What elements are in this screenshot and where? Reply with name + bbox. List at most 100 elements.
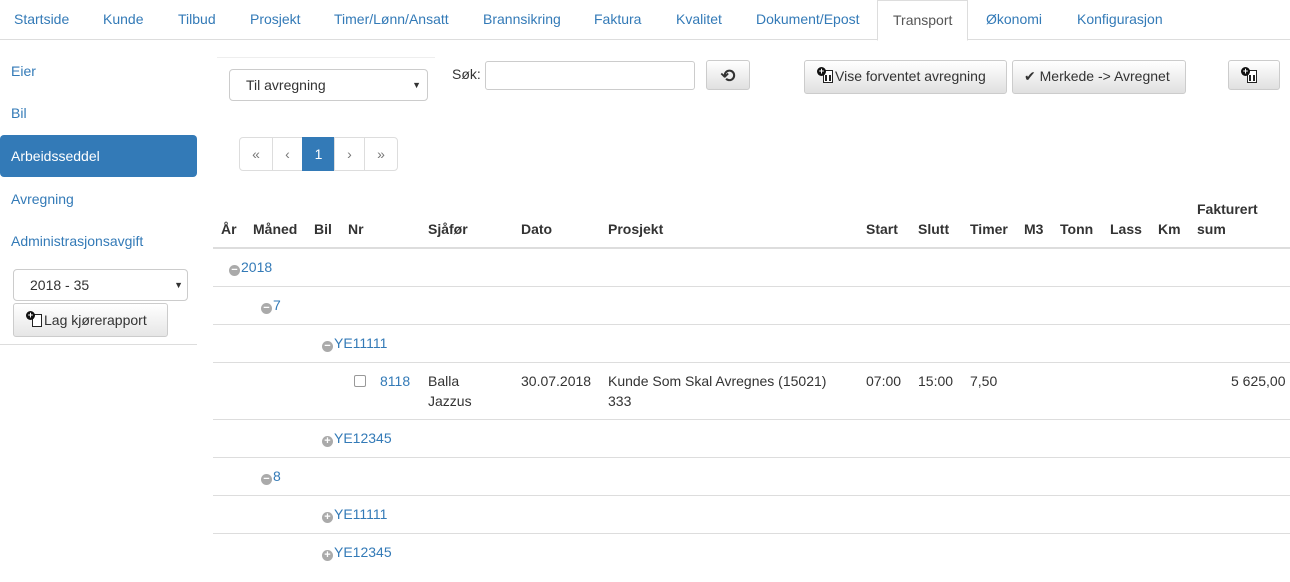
row-nr-link[interactable]: 8118 [380,373,410,389]
row-divider [213,533,1290,534]
vise-forventet-avregning-label: Vise forventet avregning [835,68,986,84]
add-report-icon: + [1241,67,1259,83]
sidebar-item-arbeidsseddel[interactable]: Arbeidsseddel [0,135,197,177]
row-divider [213,457,1290,458]
group-car-ye12345[interactable]: + YE12345 [322,430,392,447]
refresh-icon: ⟲ [720,66,736,86]
tab-tilbud[interactable]: Tilbud [178,0,216,40]
lag-kjorerapport-label: Lag kjørerapport [44,312,147,328]
col-header-month[interactable]: Måned [253,221,297,237]
col-header-tons[interactable]: Tonn [1060,221,1093,237]
period-select[interactable]: 2018 - 35 ▼ [13,269,188,301]
row-date: 30.07.2018 [521,373,592,389]
row-hours: 7,50 [970,373,998,389]
row-select-checkbox[interactable] [354,375,366,387]
add-report-icon: + [817,67,835,83]
sidebar: Eier Bil Arbeidsseddel Avregning Adminis… [0,40,197,350]
expand-icon: + [322,512,333,523]
add-document-icon: + [26,311,44,327]
col-header-driver[interactable]: Sjåfør [428,221,468,237]
tab-kvalitet[interactable]: Kvalitet [676,0,722,40]
col-header-date[interactable]: Dato [521,221,552,237]
tab-konfigurasjon[interactable]: Konfigurasjon [1077,0,1163,40]
col-header-invoiced-line2[interactable]: sum [1197,221,1226,237]
row-divider [213,286,1290,287]
group-month-8[interactable]: −8 [261,468,281,485]
row-divider [213,324,1290,325]
sidebar-item-administrasjonsavgift[interactable]: Administrasjonsavgift [0,220,197,262]
col-header-m3[interactable]: M3 [1024,221,1043,237]
lag-kjorerapport-button[interactable]: + Lag kjørerapport [13,303,168,337]
check-icon: ✔ [1024,68,1036,84]
filter-select[interactable]: Til avregning ▼ [229,69,428,101]
search-input[interactable] [485,61,695,90]
tab-kunde[interactable]: Kunde [103,0,143,40]
group-label: YE11111 [334,335,388,351]
tab-okonomi[interactable]: Økonomi [986,0,1042,40]
page-prev-button[interactable]: ‹ [272,137,303,171]
search-label: Søk: [452,66,481,82]
tab-startside[interactable]: Startside [14,0,69,40]
group-year-2018[interactable]: −2018 [229,259,272,276]
page-next-button[interactable]: › [334,137,365,171]
table-header-divider [213,247,1290,249]
filter-select-value: Til avregning [246,77,326,93]
col-header-hours[interactable]: Timer [970,221,1008,237]
group-label: YE12345 [334,430,392,446]
merkede-avregnet-label: Merkede -> Avregnet [1039,68,1170,84]
refresh-button[interactable]: ⟲ [706,60,750,90]
export-report-button[interactable]: + [1228,60,1280,90]
page-current-button[interactable]: 1 [302,137,335,171]
collapse-icon: − [229,265,240,276]
sidebar-item-bil[interactable]: Bil [0,92,197,134]
page-last-button[interactable]: » [364,137,398,171]
col-header-start[interactable]: Start [866,221,898,237]
row-divider [213,419,1290,420]
col-header-end[interactable]: Slutt [918,221,949,237]
merkede-avregnet-button[interactable]: ✔ Merkede -> Avregnet [1012,60,1186,94]
row-project-line2: 333 [608,393,632,409]
toolbar-divider [217,57,435,58]
collapse-icon: − [261,474,272,485]
tab-faktura[interactable]: Faktura [594,0,641,40]
row-project-line1: Kunde Som Skal Avregnes (15021) [608,373,827,389]
tab-timer[interactable]: Timer/Lønn/Ansatt [334,0,449,40]
col-header-year[interactable]: År [221,221,237,237]
period-select-value: 2018 - 35 [30,277,90,293]
row-start: 07:00 [866,373,902,389]
chevron-down-icon: ▼ [412,80,421,90]
col-header-project[interactable]: Prosjekt [608,221,663,237]
group-label: YE12345 [334,544,392,560]
expand-icon: + [322,436,333,447]
top-nav: Startside Kunde Tilbud Prosjekt Timer/Lø… [0,0,1290,41]
vise-forventet-avregning-button[interactable]: + Vise forventet avregning [804,60,1007,94]
row-driver-line1: Balla [428,373,460,389]
col-header-invoiced-line1[interactable]: Fakturert [1197,201,1258,217]
chevron-down-icon: ▼ [174,280,183,290]
sidebar-item-eier[interactable]: Eier [0,50,197,92]
row-invoiced: 5 625,00 [1231,373,1286,389]
tab-transport[interactable]: Transport [877,0,969,41]
row-divider [213,362,1290,363]
row-divider [213,495,1290,496]
col-header-nr[interactable]: Nr [348,221,364,237]
group-car-ye11111[interactable]: − YE11111 [322,335,387,352]
row-driver-line2: Jazzus [428,393,472,409]
col-header-loads[interactable]: Lass [1110,221,1142,237]
col-header-km[interactable]: Km [1158,221,1181,237]
group-car-ye12345-m8[interactable]: + YE12345 [322,544,392,561]
group-label: 8 [273,468,281,484]
sidebar-item-avregning[interactable]: Avregning [0,178,197,220]
tab-brannsikring[interactable]: Brannsikring [483,0,561,40]
page-first-button[interactable]: « [239,137,273,171]
group-label: 2018 [241,259,273,275]
sidebar-divider [0,344,197,345]
expand-icon: + [322,550,333,561]
group-month-7[interactable]: −7 [261,297,281,314]
group-label: YE11111 [334,506,388,522]
row-end: 15:00 [918,373,954,389]
group-car-ye11111-m8[interactable]: + YE11111 [322,506,387,523]
tab-dokument-epost[interactable]: Dokument/Epost [756,0,860,40]
tab-prosjekt[interactable]: Prosjekt [250,0,301,40]
col-header-car[interactable]: Bil [314,221,332,237]
